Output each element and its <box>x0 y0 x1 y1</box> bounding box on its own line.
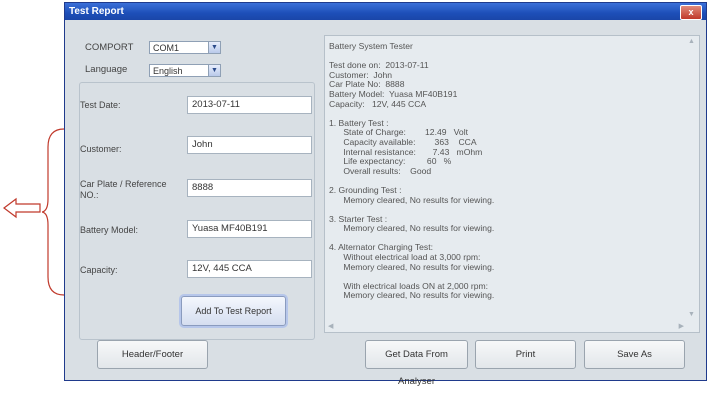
customer-label: Customer: <box>80 144 122 154</box>
test-date-label: Test Date: <box>80 100 121 110</box>
report-line: Memory cleared, No results for viewing. <box>329 223 495 234</box>
test-date-field[interactable]: 2013-07-11 <box>187 96 312 114</box>
close-button[interactable]: x <box>680 5 702 20</box>
vertical-scrollbar[interactable]: ▲ ▼ <box>685 36 699 320</box>
scroll-left-icon[interactable]: ◀ <box>328 322 333 330</box>
report-line: Memory cleared, No results for viewing. <box>329 261 495 272</box>
chevron-down-icon[interactable]: ▼ <box>208 42 220 53</box>
scroll-right-icon[interactable]: ▶ <box>679 322 684 330</box>
report-line: Memory cleared, No results for viewing. <box>329 290 495 301</box>
capacity-label: Capacity: <box>80 265 118 275</box>
comport-label: COMPORT <box>85 42 134 53</box>
report-line: Battery System Tester <box>329 41 413 51</box>
scroll-down-icon[interactable]: ▼ <box>688 311 695 318</box>
header-footer-button[interactable]: Header/Footer <box>97 340 208 369</box>
capacity-field[interactable]: 12V, 445 CCA <box>187 260 312 278</box>
window-title: Test Report <box>69 6 124 17</box>
battery-model-label: Battery Model: <box>80 225 139 235</box>
comport-select[interactable]: COM1 ▼ <box>149 41 221 54</box>
language-select[interactable]: English ▼ <box>149 64 221 77</box>
print-button[interactable]: Print <box>475 340 576 369</box>
annotation-arrow <box>3 197 41 219</box>
report-line: Memory cleared, No results for viewing. <box>329 194 495 205</box>
chevron-down-icon[interactable]: ▼ <box>208 65 220 76</box>
title-bar: Test Report x <box>65 3 706 20</box>
test-report-window: Test Report x COMPORT COM1 ▼ Language En… <box>64 2 707 387</box>
language-label: Language <box>85 64 128 75</box>
report-line: Overall results: Good <box>329 165 432 176</box>
horizontal-scrollbar[interactable]: ◀ ▶ <box>325 319 687 332</box>
save-as-button[interactable]: Save As <box>584 340 685 369</box>
annotation-bracket <box>42 128 65 296</box>
car-plate-field[interactable]: 8888 <box>187 179 312 197</box>
car-plate-label: Car Plate / Reference NO.: <box>80 179 167 200</box>
battery-model-field[interactable]: Yuasa MF40B191 <box>187 220 312 238</box>
close-icon: x <box>688 7 694 17</box>
language-value: English <box>153 66 183 76</box>
add-to-test-report-button[interactable]: Add To Test Report <box>181 296 286 326</box>
comport-value: COM1 <box>153 43 180 53</box>
report-preview[interactable]: Battery System Tester Test done on: 2013… <box>324 35 700 333</box>
report-text: Battery System Tester Test done on: 2013… <box>329 41 681 301</box>
get-data-from-analyser-button[interactable]: Get Data From Analyser <box>365 340 468 387</box>
report-line: Capacity: 12V, 445 CCA <box>329 98 427 109</box>
customer-field[interactable]: John <box>187 136 312 154</box>
scroll-up-icon[interactable]: ▲ <box>688 38 695 45</box>
